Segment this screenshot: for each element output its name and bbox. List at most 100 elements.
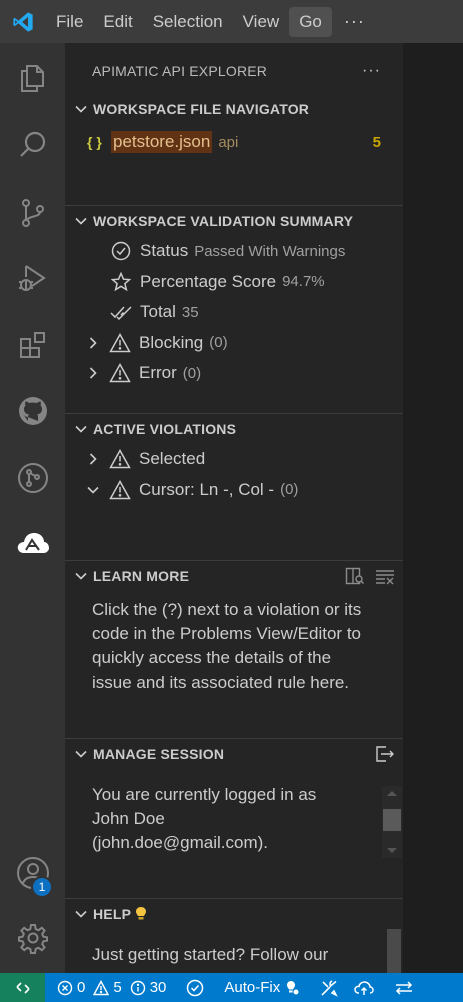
error-icon bbox=[57, 980, 73, 995]
section-title: WORKSPACE FILE NAVIGATOR bbox=[93, 101, 310, 117]
run-debug-icon[interactable] bbox=[0, 248, 65, 308]
scroll-thumb[interactable] bbox=[383, 809, 401, 831]
warning-icon bbox=[109, 362, 131, 384]
selected-row[interactable]: Selected bbox=[65, 444, 403, 475]
status-value: Passed With Warnings bbox=[194, 242, 346, 260]
apimatic-cloud-icon[interactable] bbox=[0, 513, 65, 573]
warning-icon bbox=[109, 448, 131, 470]
clear-all-icon[interactable] bbox=[375, 567, 395, 585]
total-value: 35 bbox=[181, 303, 199, 321]
lightbulb-icon bbox=[135, 906, 147, 922]
chevron-down-icon bbox=[71, 569, 91, 583]
section-help: HELP Just getting started? Follow our bbox=[65, 898, 403, 973]
star-icon bbox=[110, 271, 132, 293]
panel-header: APIMATIC API EXPLORER ··· bbox=[65, 43, 403, 98]
menu-go[interactable]: Go bbox=[289, 6, 332, 37]
chevron-right-icon bbox=[83, 366, 103, 380]
total-row: Total 35 bbox=[65, 297, 403, 328]
section-title: WORKSPACE VALIDATION SUMMARY bbox=[93, 213, 354, 229]
source-control-icon[interactable] bbox=[0, 183, 65, 243]
chevron-down-icon bbox=[71, 907, 91, 921]
open-preview-icon[interactable] bbox=[345, 567, 365, 585]
remote-indicator-icon[interactable] bbox=[0, 973, 45, 1002]
session-scrollbar[interactable] bbox=[382, 786, 402, 858]
section-title: LEARN MORE bbox=[93, 568, 190, 584]
status-label: Status bbox=[140, 241, 189, 261]
panel-title: APIMATIC API EXPLORER bbox=[92, 62, 268, 79]
scroll-down-icon[interactable] bbox=[382, 844, 402, 858]
chevron-down-icon bbox=[71, 747, 91, 761]
selected-label: Selected bbox=[139, 449, 206, 469]
help-text: Just getting started? Follow our bbox=[92, 945, 329, 964]
explorer-icon[interactable] bbox=[0, 48, 65, 108]
status-bar: 0 5 30 Auto-Fix bbox=[0, 973, 463, 1002]
section-actions bbox=[375, 745, 403, 763]
section-title: HELP bbox=[93, 906, 132, 922]
menu-file[interactable]: File bbox=[46, 7, 93, 37]
help-scrollbar-thumb[interactable] bbox=[387, 929, 401, 973]
sign-out-icon[interactable] bbox=[375, 745, 395, 763]
file-item-petstore[interactable]: { } petstore.json api 5 bbox=[65, 127, 403, 158]
cursor-value: (0) bbox=[280, 481, 299, 499]
chevron-right-icon bbox=[83, 452, 103, 466]
file-folder: api bbox=[218, 133, 239, 151]
status-row: Status Passed With Warnings bbox=[65, 236, 403, 267]
blocking-value: (0) bbox=[209, 334, 228, 352]
check-all-icon bbox=[110, 301, 132, 323]
section-title: MANAGE SESSION bbox=[93, 746, 225, 762]
json-file-icon: { } bbox=[87, 134, 102, 151]
section-active-violations: ACTIVE VIOLATIONS Selected Cursor: Ln -,… bbox=[65, 413, 403, 505]
section-validation-summary: WORKSPACE VALIDATION SUMMARY Status Pass… bbox=[65, 205, 403, 389]
warning-icon bbox=[93, 979, 110, 995]
chevron-down-icon bbox=[83, 483, 103, 497]
section-header-learn-more[interactable]: LEARN MORE bbox=[65, 561, 403, 591]
blocking-label: Blocking bbox=[139, 332, 204, 352]
panel-more-button[interactable]: ··· bbox=[362, 62, 381, 80]
autofix-label: Auto-Fix bbox=[224, 979, 281, 996]
file-problem-count: 5 bbox=[372, 133, 381, 151]
git-graph-icon[interactable] bbox=[0, 448, 65, 508]
blocking-row[interactable]: Blocking (0) bbox=[65, 328, 403, 359]
settings-gear-icon[interactable] bbox=[0, 908, 65, 968]
score-label: Percentage Score bbox=[140, 271, 277, 291]
menu-more-button[interactable]: ··· bbox=[332, 11, 377, 32]
error-count: 0 bbox=[77, 979, 86, 996]
learn-more-text: Click the (?) next to a violation or its… bbox=[92, 600, 362, 692]
section-header-active-violations[interactable]: ACTIVE VIOLATIONS bbox=[65, 414, 403, 444]
cursor-label: Cursor: Ln -, Col - bbox=[139, 479, 275, 499]
menu-edit[interactable]: Edit bbox=[93, 7, 142, 37]
chevron-down-icon bbox=[71, 102, 91, 116]
section-learn-more: LEARN MORE Click the (?) next to a viola… bbox=[65, 560, 403, 695]
cursor-row[interactable]: Cursor: Ln -, Col - (0) bbox=[65, 475, 403, 506]
section-header-file-navigator[interactable]: WORKSPACE FILE NAVIGATOR bbox=[65, 94, 403, 124]
scroll-up-icon[interactable] bbox=[382, 786, 402, 800]
accounts-badge: 1 bbox=[31, 876, 53, 898]
github-icon[interactable] bbox=[0, 381, 65, 441]
section-file-navigator: WORKSPACE FILE NAVIGATOR { } petstore.js… bbox=[65, 94, 403, 158]
menu-view[interactable]: View bbox=[233, 7, 290, 37]
error-value: (0) bbox=[182, 364, 202, 382]
error-row[interactable]: Error (0) bbox=[65, 358, 403, 389]
menu-selection[interactable]: Selection bbox=[143, 7, 233, 37]
apimatic-explorer-panel: APIMATIC API EXPLORER ··· WORKSPACE FILE… bbox=[65, 43, 403, 973]
warning-count: 5 bbox=[113, 979, 122, 996]
chevron-down-icon bbox=[71, 214, 91, 228]
chevron-right-icon bbox=[83, 336, 103, 350]
check-status-icon[interactable] bbox=[172, 979, 210, 997]
section-header-help[interactable]: HELP bbox=[65, 899, 403, 929]
search-icon[interactable] bbox=[0, 115, 65, 175]
problems-indicator[interactable]: 0 5 30 bbox=[45, 979, 172, 996]
extensions-icon[interactable] bbox=[0, 315, 65, 375]
accounts-icon[interactable]: 1 bbox=[0, 843, 65, 903]
section-header-manage-session[interactable]: MANAGE SESSION bbox=[65, 739, 403, 769]
warning-icon bbox=[109, 332, 131, 354]
tools-icon[interactable] bbox=[306, 979, 344, 997]
cloud-upload-icon[interactable] bbox=[344, 979, 380, 997]
info-icon bbox=[130, 980, 145, 995]
info-count: 30 bbox=[149, 979, 167, 996]
sync-arrows-icon[interactable] bbox=[380, 979, 420, 997]
section-header-validation-summary[interactable]: WORKSPACE VALIDATION SUMMARY bbox=[65, 206, 403, 236]
autofix-button[interactable]: Auto-Fix bbox=[210, 979, 306, 996]
section-actions bbox=[345, 567, 403, 585]
chevron-down-icon bbox=[71, 422, 91, 436]
